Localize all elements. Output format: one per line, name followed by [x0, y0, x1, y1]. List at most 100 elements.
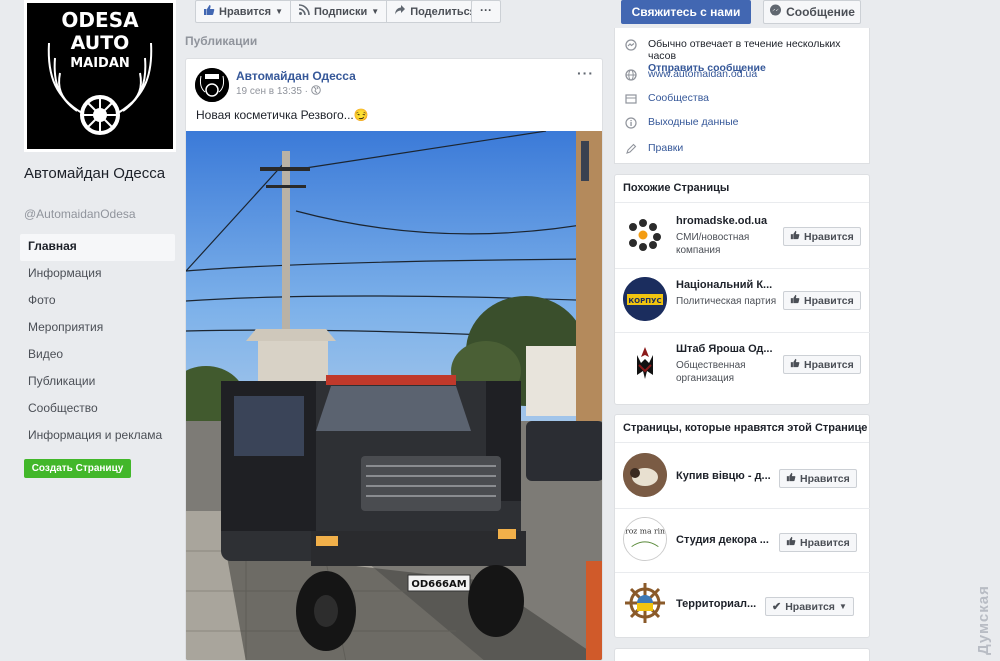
post-author-avatar[interactable]	[195, 68, 229, 102]
send-message-button[interactable]: Сообщение	[763, 0, 861, 24]
nav-item-community[interactable]: Сообщество	[20, 396, 175, 423]
nav-item-posts[interactable]: Публикации	[20, 369, 175, 396]
caret-down-icon: ▼	[371, 7, 380, 16]
more-options-button[interactable]: ···	[471, 0, 501, 23]
follow-label: Подписки	[314, 5, 368, 18]
suggested-page-item: hromadske.od.ua СМИ/новостная компания Н…	[615, 205, 871, 269]
globe-icon	[311, 85, 321, 98]
communities-row: Сообщества	[615, 92, 871, 106]
like-page-button[interactable]: Нравится ▼	[196, 1, 292, 22]
thumbs-up-icon	[790, 294, 800, 307]
like-label: Нравится	[219, 5, 272, 18]
yarosh-hq-logo[interactable]	[623, 341, 667, 385]
corps-logo-text: КОРПУС	[628, 297, 661, 305]
liked-page-name[interactable]: Студия декора ...	[676, 534, 786, 546]
thumbs-up-icon	[203, 4, 215, 19]
suggested-page-category: Политическая партия	[676, 296, 777, 307]
rozmarin-logo[interactable]: roz ma rin	[623, 517, 667, 561]
about-card: Обычно отвечает в течение нескольких час…	[614, 28, 870, 164]
page-name[interactable]: Автомайдан Одесса	[24, 163, 174, 184]
liked-pages-card: Страницы, которые нравятся этой Странице…	[614, 414, 871, 638]
territorial-defense-logo[interactable]	[623, 581, 667, 625]
messenger-icon	[769, 4, 782, 20]
thumbs-up-icon	[786, 472, 796, 485]
post-options-icon[interactable]: ···	[577, 65, 594, 81]
nav-item-events[interactable]: Мероприятия	[20, 315, 175, 342]
response-time-text: Обычно отвечает в течение нескольких час…	[647, 38, 841, 62]
messenger-icon	[624, 38, 638, 52]
section-label: Публикации	[185, 34, 258, 48]
national-corps-logo[interactable]: КОРПУС	[623, 277, 667, 321]
message-label: Сообщение	[786, 5, 855, 19]
website-row: www.automaidan.od.ua	[615, 68, 871, 82]
post-time-text: 19 сен в 13:35 ·	[236, 86, 308, 97]
logo-text-3: MAIDAN	[70, 56, 130, 71]
profile-picture[interactable]: ODESA AUTO MAIDAN	[24, 0, 176, 152]
watermark: Думская	[975, 585, 992, 655]
nav-item-videos[interactable]: Видео	[20, 342, 175, 369]
action-group: Нравится ▼ Подписки ▼ Поделиться	[195, 0, 485, 23]
suggested-page-name[interactable]: Національний К...	[676, 279, 786, 291]
liked-status-button[interactable]: ✔ Нравится ▼	[765, 597, 854, 616]
edits-row: Правки	[615, 142, 871, 156]
like-liked-page-button[interactable]: Нравится	[779, 469, 857, 488]
nav-item-home[interactable]: Главная	[20, 234, 175, 261]
page-handle[interactable]: @AutomaidanOdesa	[24, 207, 136, 221]
thumbs-up-icon	[790, 358, 800, 371]
post-author[interactable]: Автомайдан Одесса	[236, 69, 356, 83]
website-link[interactable]: www.automaidan.od.ua	[648, 68, 757, 82]
liked-pages-title[interactable]: Страницы, которые нравятся этой Странице…	[615, 415, 869, 443]
flag-icon	[624, 92, 638, 106]
communities-link[interactable]: Сообщества	[648, 92, 709, 106]
follow-button[interactable]: Подписки ▼	[291, 1, 388, 22]
hromadske-logo[interactable]	[623, 213, 667, 257]
suggested-page-category: СМИ/новостная компания	[676, 232, 750, 256]
like-liked-page-button[interactable]: Нравится	[779, 533, 857, 552]
next-card-edge	[614, 648, 870, 661]
suggested-page-item: Штаб Яроша Од... Общественная организаци…	[615, 333, 871, 397]
suggested-page-category: Общественная организация	[676, 360, 746, 384]
liked-page-item: roz ma rin Студия декора ... Нравится	[615, 509, 871, 573]
create-page-button[interactable]: Создать Страницу	[24, 459, 131, 478]
liked-page-item: Территориал... ✔ Нравится ▼	[615, 573, 871, 637]
rss-icon	[298, 4, 310, 19]
contact-us-button[interactable]: Свяжитесь с нами	[621, 0, 751, 24]
nav-item-info[interactable]: Информация	[20, 261, 175, 288]
edits-link[interactable]: Правки	[648, 142, 683, 156]
post-timestamp[interactable]: 19 сен в 13:35 ·	[236, 85, 321, 98]
thumbs-up-icon	[786, 536, 796, 549]
suggested-page-item: КОРПУС Національний К... Политическая па…	[615, 269, 871, 333]
left-column: ODESA AUTO MAIDAN Автомайдан Одесса @Aut…	[0, 0, 185, 661]
like-label: Нравится	[804, 230, 854, 243]
info-icon	[624, 116, 638, 130]
caret-down-icon: ▼	[275, 7, 284, 16]
pencil-icon	[624, 142, 638, 156]
license-plate-text: OD666AM	[411, 579, 466, 590]
logo-text-1: ODESA	[61, 8, 139, 32]
page-action-bar: Нравится ▼ Подписки ▼ Поделиться ··· Свя…	[194, 0, 874, 28]
imprint-link[interactable]: Выходные данные	[648, 116, 738, 130]
imprint-row: Выходные данные	[615, 116, 871, 130]
liked-page-name[interactable]: Купив вівцю - д...	[676, 470, 786, 482]
similar-pages-card: Похожие Страницы hromadske.od.ua СМИ/нов…	[614, 174, 871, 405]
like-suggested-page-button[interactable]: Нравится	[783, 355, 861, 374]
similar-pages-title[interactable]: Похожие Страницы	[615, 175, 869, 203]
post-card: Автомайдан Одесса 19 сен в 13:35 · ··· Н…	[185, 58, 603, 661]
nav-item-photos[interactable]: Фото	[20, 288, 175, 315]
share-button[interactable]: Поделиться	[387, 1, 483, 22]
caret-down-icon: ▼	[838, 602, 847, 611]
liked-page-item: Купив вівцю - д... Нравится	[615, 445, 871, 509]
like-label: Нравится	[800, 536, 850, 549]
suggested-page-name[interactable]: hromadske.od.ua	[676, 215, 786, 227]
like-suggested-page-button[interactable]: Нравится	[783, 291, 861, 310]
suggested-page-name[interactable]: Штаб Яроша Од...	[676, 343, 786, 355]
sheep-page-logo[interactable]	[623, 453, 667, 497]
post-photo[interactable]: OD666AM	[186, 130, 602, 660]
thumbs-up-icon	[790, 230, 800, 243]
rozmarin-logo-text: roz ma rin	[625, 526, 665, 535]
nav-item-ads-info[interactable]: Информация и реклама	[20, 423, 175, 450]
chevron-right-icon[interactable]: ›	[858, 415, 862, 441]
like-label: Нравится	[804, 358, 854, 371]
like-suggested-page-button[interactable]: Нравится	[783, 227, 861, 246]
logo-text-2: AUTO	[71, 32, 130, 54]
